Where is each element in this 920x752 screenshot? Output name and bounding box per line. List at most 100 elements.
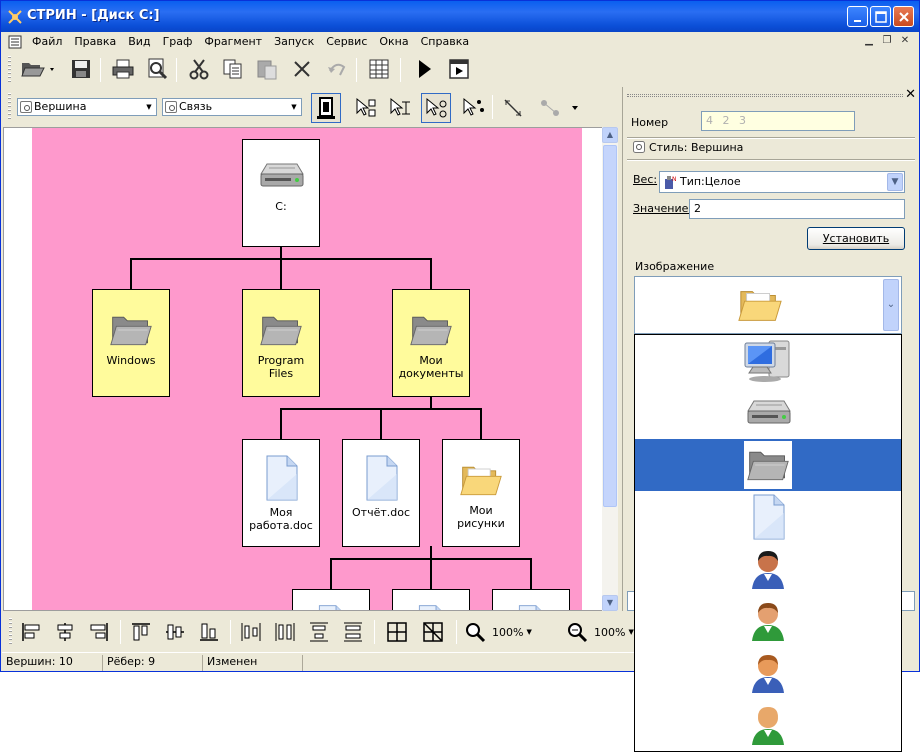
mdi-minimize-icon[interactable]: ▁ bbox=[862, 34, 876, 48]
distribute-spacing-h-button[interactable] bbox=[272, 619, 298, 645]
image-option-folder[interactable] bbox=[635, 439, 901, 491]
menu-help[interactable]: Справка bbox=[415, 33, 475, 51]
chevron-down-icon[interactable]: ⌄ bbox=[883, 279, 899, 331]
grid-snap-button[interactable] bbox=[420, 619, 446, 645]
select-edges-button[interactable] bbox=[387, 95, 413, 121]
open-button[interactable] bbox=[18, 56, 58, 82]
image-option-user-bald[interactable] bbox=[635, 699, 901, 751]
distribute-horizontal-button[interactable] bbox=[238, 619, 264, 645]
zoom-button[interactable]: 100% ▼ bbox=[464, 619, 534, 645]
graph-edge[interactable] bbox=[430, 396, 432, 408]
paste-button[interactable] bbox=[254, 56, 280, 82]
minimize-button[interactable] bbox=[847, 6, 868, 27]
node-style-select[interactable]: Вершина ▼ bbox=[17, 98, 157, 116]
distribute-spacing-v-button[interactable] bbox=[340, 619, 366, 645]
scroll-up-icon[interactable]: ▲ bbox=[602, 127, 618, 143]
select-mixed-button[interactable] bbox=[421, 93, 451, 123]
properties-button[interactable] bbox=[366, 56, 392, 82]
menu-service[interactable]: Сервис bbox=[320, 33, 373, 51]
weight-type-select[interactable]: N Тип:Целое ▼ bbox=[659, 171, 905, 193]
menu-graph[interactable]: Граф bbox=[157, 33, 199, 51]
align-left-button[interactable] bbox=[18, 619, 44, 645]
edge-style-select[interactable]: Связь ▼ bbox=[162, 98, 302, 116]
graph-node-picture-1[interactable] bbox=[292, 589, 370, 610]
image-option-computer[interactable] bbox=[635, 335, 901, 387]
grid-button[interactable] bbox=[384, 619, 410, 645]
graph-edge[interactable] bbox=[530, 558, 532, 589]
graph-node-picture-3[interactable] bbox=[492, 589, 570, 610]
image-option-user-orange[interactable] bbox=[635, 647, 901, 699]
image-option-user-dark[interactable] bbox=[635, 543, 901, 595]
dropdown-arrow-icon[interactable]: ▼ bbox=[288, 100, 300, 114]
panel-grip[interactable] bbox=[627, 94, 903, 97]
scroll-down-icon[interactable]: ▼ bbox=[602, 595, 618, 611]
undo-button[interactable] bbox=[323, 56, 349, 82]
menu-windows[interactable]: Окна bbox=[373, 33, 414, 51]
menu-run[interactable]: Запуск bbox=[268, 33, 320, 51]
delete-button[interactable] bbox=[289, 56, 315, 82]
graph-edge[interactable] bbox=[130, 258, 132, 289]
panel-close-icon[interactable]: ✕ bbox=[905, 88, 916, 102]
graph-node-program-files[interactable]: Program Files bbox=[242, 289, 320, 397]
set-button[interactable]: Установить bbox=[807, 227, 905, 250]
graph-node-disk-c[interactable]: C: bbox=[242, 139, 320, 247]
print-preview-button[interactable] bbox=[144, 56, 170, 82]
graph-edge[interactable] bbox=[430, 258, 432, 289]
run-window-button[interactable] bbox=[446, 56, 472, 82]
graph-edge[interactable] bbox=[280, 246, 282, 258]
chevron-down-icon[interactable]: ▼ bbox=[887, 173, 903, 191]
save-button[interactable] bbox=[68, 56, 94, 82]
menu-view[interactable]: Вид bbox=[122, 33, 156, 51]
image-dropdown-list[interactable] bbox=[634, 334, 902, 752]
vertical-scrollbar[interactable]: ▲ ▼ bbox=[602, 127, 618, 611]
graph-node-my-pictures[interactable]: Мои рисунки bbox=[442, 439, 520, 547]
graph-edge[interactable] bbox=[330, 558, 332, 589]
toolbar-grip[interactable] bbox=[8, 56, 11, 84]
maximize-button[interactable] bbox=[870, 6, 891, 27]
number-field[interactable]: 4 2 3 bbox=[701, 111, 855, 131]
mdi-close-icon[interactable]: ✕ bbox=[898, 34, 912, 48]
align-middle-button[interactable] bbox=[162, 619, 188, 645]
align-top-button[interactable] bbox=[128, 619, 154, 645]
graph-edge[interactable] bbox=[280, 258, 282, 289]
distribute-vertical-button[interactable] bbox=[306, 619, 332, 645]
graph-canvas[interactable]: C: Windows Program Files Мои документы М… bbox=[32, 128, 582, 610]
zoom-fit-button[interactable]: 100% ▼ bbox=[566, 619, 636, 645]
align-bottom-button[interactable] bbox=[196, 619, 222, 645]
node-tool-button[interactable] bbox=[311, 93, 341, 123]
dropdown-arrow-icon[interactable]: ▼ bbox=[526, 628, 531, 636]
graph-edge[interactable] bbox=[280, 408, 282, 439]
graph-edge[interactable] bbox=[380, 408, 382, 439]
cut-button[interactable] bbox=[186, 56, 212, 82]
print-button[interactable] bbox=[110, 56, 136, 82]
toolbar-grip[interactable] bbox=[9, 618, 12, 646]
menu-fragment[interactable]: Фрагмент bbox=[198, 33, 268, 51]
graph-node-report[interactable]: Отчёт.doc bbox=[342, 439, 420, 547]
menu-edit[interactable]: Правка bbox=[68, 33, 122, 51]
menu-file[interactable]: Файл bbox=[26, 33, 68, 51]
title-bar[interactable]: СТРИН - [Диск C:] bbox=[1, 1, 919, 32]
align-center-button[interactable] bbox=[52, 619, 78, 645]
image-option-user-woman[interactable] bbox=[635, 595, 901, 647]
image-select[interactable]: ⌄ bbox=[634, 276, 902, 334]
graph-node-windows[interactable]: Windows bbox=[92, 289, 170, 397]
document-window-icon[interactable] bbox=[8, 35, 22, 49]
dropdown-arrow-icon[interactable]: ▼ bbox=[143, 100, 155, 114]
close-button[interactable] bbox=[893, 6, 914, 27]
align-right-button[interactable] bbox=[86, 619, 112, 645]
run-button[interactable] bbox=[411, 56, 437, 82]
graph-canvas-area[interactable]: C: Windows Program Files Мои документы М… bbox=[3, 127, 618, 611]
copy-button[interactable] bbox=[220, 56, 246, 82]
select-group-button[interactable] bbox=[460, 95, 486, 121]
image-option-document[interactable] bbox=[635, 491, 901, 543]
scroll-thumb[interactable] bbox=[603, 145, 617, 507]
mdi-restore-icon[interactable]: ❐ bbox=[880, 34, 894, 48]
graph-edge[interactable] bbox=[480, 408, 482, 439]
graph-edge[interactable] bbox=[430, 546, 432, 558]
connect-button[interactable] bbox=[500, 95, 526, 121]
edge-type-button[interactable] bbox=[538, 95, 582, 121]
graph-node-my-work[interactable]: Моя работа.doc bbox=[242, 439, 320, 547]
toolbar-grip[interactable] bbox=[8, 93, 11, 121]
image-option-hard-drive[interactable] bbox=[635, 387, 901, 439]
graph-node-my-documents[interactable]: Мои документы bbox=[392, 289, 470, 397]
